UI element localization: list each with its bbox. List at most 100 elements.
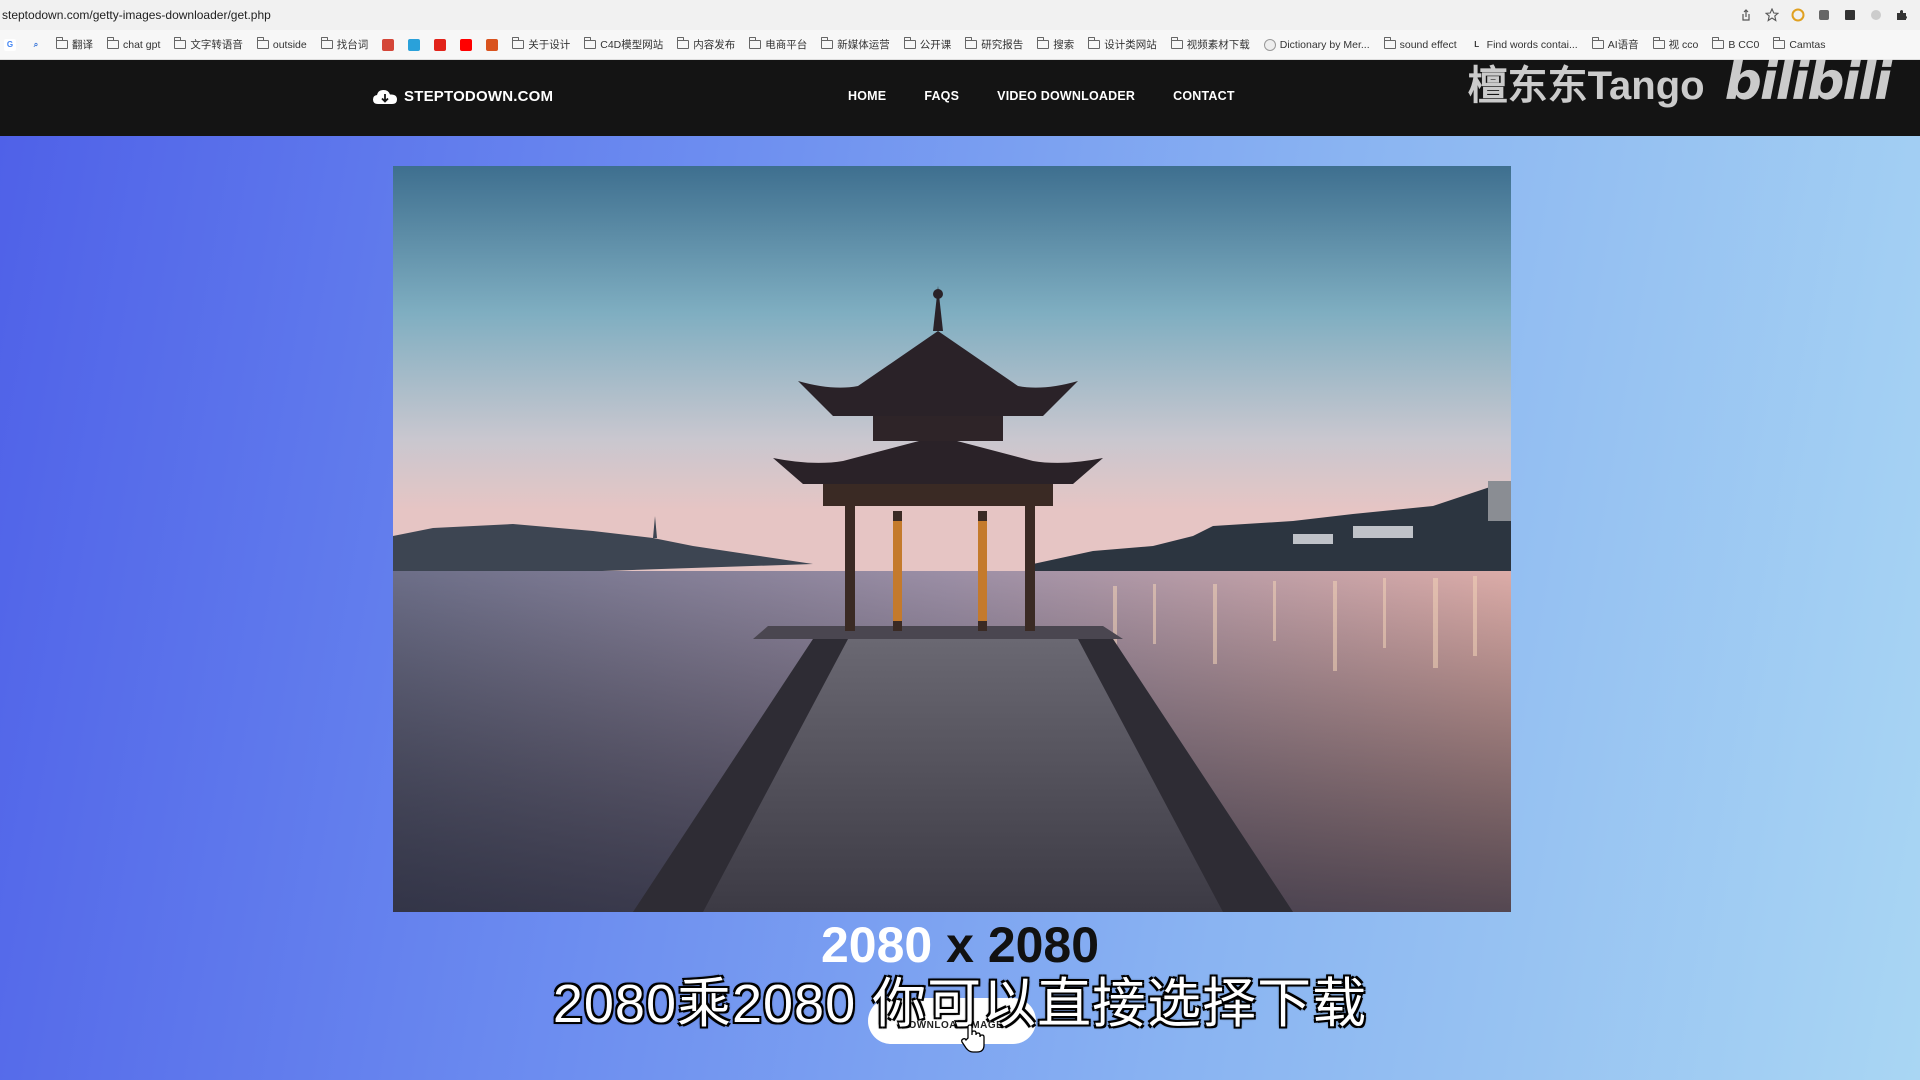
extension-icon[interactable] — [1790, 7, 1806, 23]
nav-faqs[interactable]: FAQS — [924, 89, 959, 103]
folder-icon — [512, 37, 525, 49]
folder-icon — [320, 37, 333, 49]
address-bar[interactable]: steptodown.com/getty-images-downloader/g… — [0, 0, 1920, 30]
bookmark-item[interactable]: L Find words contai... — [1471, 39, 1578, 51]
bookmark-label: Dictionary by Mer... — [1279, 38, 1370, 51]
folder-icon — [1712, 37, 1725, 49]
youtube-icon — [460, 38, 473, 51]
bookmark-item[interactable] — [460, 38, 473, 51]
bookmark-item[interactable] — [382, 38, 395, 51]
nav-contact[interactable]: CONTACT — [1173, 89, 1235, 103]
bookmark-item[interactable]: 内容发布 — [677, 37, 735, 52]
bookmark-item[interactable]: chat gpt — [107, 37, 160, 51]
video-watermark: 檀东东Tango bilibili — [1468, 52, 1892, 112]
bookmark-label: 关于设计 — [528, 39, 571, 51]
bookmark-item[interactable]: Camtas — [1773, 37, 1826, 51]
bookmark-item[interactable]: C4D模型网站 — [584, 37, 663, 52]
nav-home[interactable]: HOME — [848, 89, 886, 103]
bookmark-label: 电商平台 — [765, 39, 808, 51]
preview-image[interactable] — [393, 166, 1511, 912]
url-text[interactable]: steptodown.com/getty-images-downloader/g… — [2, 8, 271, 22]
folder-icon — [1037, 37, 1050, 49]
folder-icon — [584, 37, 597, 49]
bookmark-label: 翻译 — [72, 39, 93, 51]
folder-icon — [174, 37, 187, 49]
bookmark-item[interactable] — [434, 38, 447, 51]
bookmark-item[interactable]: 电商平台 — [749, 37, 807, 52]
bookmark-star-icon[interactable] — [1764, 7, 1780, 23]
bookmark-label: Camtas — [1789, 38, 1826, 51]
bookmark-item[interactable]: sound effect — [1383, 37, 1457, 51]
folder-icon — [256, 37, 269, 49]
folder-icon — [1170, 37, 1183, 49]
main-content: 2080 x 2080 DOWNLOAD IMAGE 2080乘2080 你可以… — [0, 136, 1920, 1080]
search-icon: ⌕ — [33, 39, 39, 49]
bookmark-label: B CC0 — [1728, 38, 1760, 51]
bookmark-item[interactable]: 搜索 — [1037, 37, 1074, 52]
telegram-icon — [408, 38, 421, 51]
orange-icon — [486, 38, 499, 51]
bookmark-label: 文字转语音 — [190, 39, 243, 51]
folder-icon — [56, 37, 68, 49]
folder-icon — [821, 37, 834, 49]
share-icon[interactable] — [1738, 7, 1754, 23]
bookmark-item[interactable]: 关于设计 — [512, 37, 570, 52]
bookmark-item[interactable]: 找台词 — [320, 37, 369, 52]
bookmark-item[interactable]: Dictionary by Mer... — [1263, 38, 1370, 51]
bookmark-item[interactable] — [486, 38, 499, 51]
nav-video-downloader[interactable]: VIDEO DOWNLOADER — [997, 89, 1135, 103]
folder-icon — [1088, 37, 1101, 49]
gmail-icon — [382, 38, 395, 51]
bookmark-label: 搜索 — [1053, 39, 1075, 51]
dictionary-icon — [1263, 38, 1276, 51]
folder-icon — [903, 37, 916, 49]
extension-icon[interactable] — [1816, 7, 1832, 23]
bookmark-item[interactable]: B CC0 — [1712, 37, 1760, 51]
logo-text: STEPTODOWN.COM — [404, 88, 554, 105]
bookmark-label: sound effect — [1399, 38, 1457, 51]
bookmark-item[interactable]: 文字转语音 — [174, 37, 243, 52]
google-icon: G — [4, 38, 16, 51]
bookmark-label: outside — [272, 38, 307, 51]
bookmark-label: 视频素材下载 — [1186, 39, 1250, 51]
red-icon — [434, 38, 447, 51]
bookmark-item[interactable]: 视频素材下载 — [1170, 37, 1250, 52]
folder-icon — [965, 37, 978, 49]
extension-icon[interactable] — [1868, 7, 1884, 23]
bookmark-label: 研究报告 — [981, 39, 1024, 51]
bookmark-item[interactable]: G — [4, 38, 16, 51]
hand-cursor-icon — [961, 1024, 985, 1053]
extension-icon[interactable] — [1842, 7, 1858, 23]
bookmark-label: 新媒体运营 — [837, 39, 890, 51]
folder-icon — [1773, 37, 1786, 49]
folder-icon — [1591, 37, 1604, 49]
bookmark-item[interactable]: ⌕ — [30, 39, 42, 51]
bookmark-item[interactable]: 视 cco — [1652, 37, 1699, 52]
bookmark-item[interactable]: outside — [256, 37, 307, 51]
folder-icon — [107, 37, 119, 49]
folder-icon — [677, 37, 690, 49]
site-logo[interactable]: STEPTODOWN.COM — [372, 88, 553, 105]
bookmark-item[interactable]: 研究报告 — [965, 37, 1023, 52]
bookmark-label: 找台词 — [336, 39, 369, 51]
folder-icon — [1652, 37, 1665, 49]
folder-icon — [1383, 37, 1396, 49]
bookmark-item[interactable]: AI语音 — [1591, 37, 1639, 52]
main-nav: HOME FAQS VIDEO DOWNLOADER CONTACT — [848, 89, 1235, 103]
bilibili-logo: bilibili — [1724, 52, 1892, 112]
bookmark-item[interactable]: 设计类网站 — [1088, 37, 1157, 52]
bookmark-label: 内容发布 — [693, 39, 736, 51]
bookmark-label: 视 cco — [1668, 39, 1699, 51]
puzzle-icon[interactable] — [1894, 7, 1910, 23]
bookmark-label: AI语音 — [1607, 39, 1639, 51]
letter-l-icon: L — [1474, 40, 1480, 49]
bookmark-item[interactable] — [408, 38, 421, 51]
bookmark-label: 设计类网站 — [1104, 39, 1157, 51]
bookmark-item[interactable]: 公开课 — [903, 37, 952, 52]
cloud-download-icon — [373, 89, 397, 104]
bookmark-label: C4D模型网站 — [600, 39, 664, 51]
bookmark-label: 公开课 — [919, 39, 952, 51]
bookmark-item[interactable]: 新媒体运营 — [821, 37, 890, 52]
bookmark-label: Find words contai... — [1486, 38, 1578, 51]
bookmark-item[interactable]: 翻译 — [56, 37, 93, 52]
